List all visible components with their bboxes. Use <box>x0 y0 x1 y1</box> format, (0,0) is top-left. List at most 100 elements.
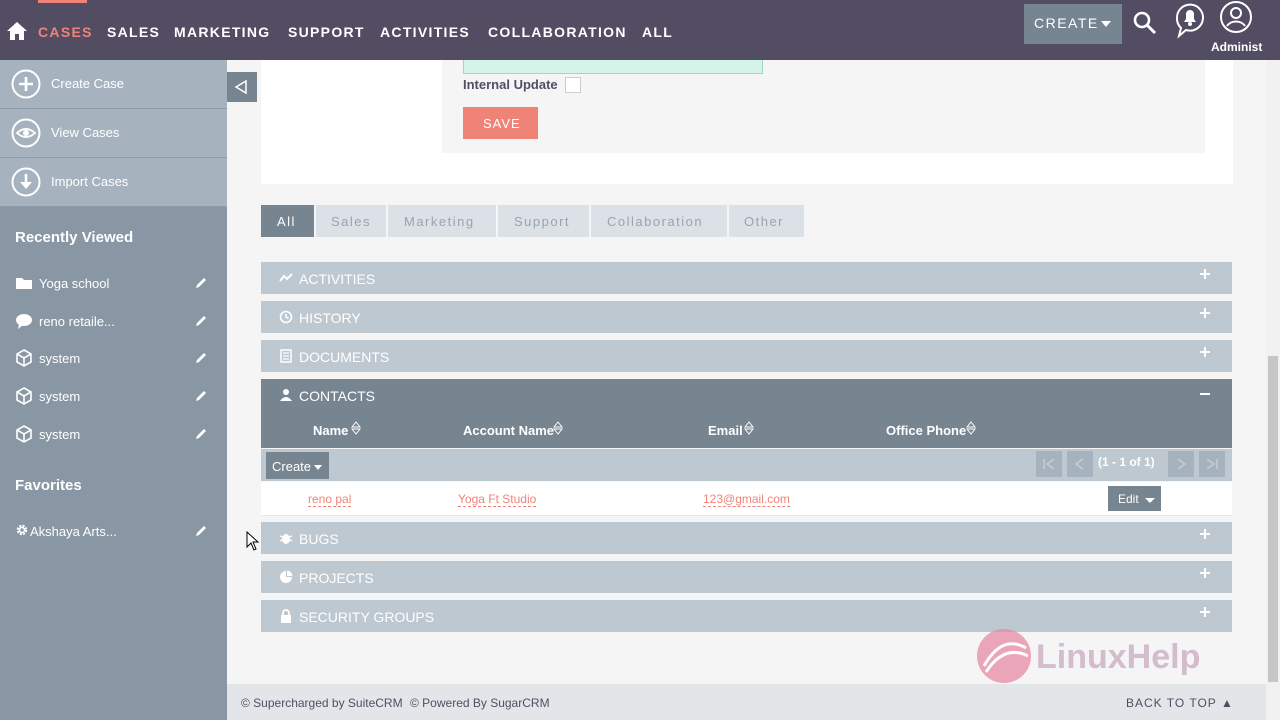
nav-sales[interactable]: SALES <box>107 24 160 40</box>
plus-icon[interactable] <box>1200 308 1210 318</box>
favorite-item-label: Akshaya Arts... <box>30 524 117 539</box>
nav-support[interactable]: SUPPORT <box>288 24 365 40</box>
caret-down-icon <box>1101 21 1111 27</box>
favorite-item[interactable]: Akshaya Arts... <box>0 516 227 546</box>
tab-other[interactable]: Other <box>729 205 804 237</box>
eye-circle-icon <box>11 118 41 148</box>
sidebar-action-create-case[interactable]: Create Case <box>0 60 227 109</box>
pagination-last-button[interactable] <box>1199 451 1225 477</box>
pagination-next-button[interactable] <box>1168 451 1194 477</box>
plus-icon[interactable] <box>1200 269 1210 279</box>
sort-icon[interactable] <box>966 421 976 435</box>
tab-collaboration[interactable]: Collaboration <box>591 205 727 237</box>
subpanel-bugs[interactable]: BUGS <box>261 522 1232 554</box>
row-edit-button[interactable]: Edit <box>1108 486 1161 511</box>
search-icon[interactable] <box>1133 11 1157 35</box>
column-header-office-phone[interactable]: Office Phone <box>886 423 966 438</box>
pagination-prev-button[interactable] <box>1067 451 1093 477</box>
tab-sales[interactable]: Sales <box>316 205 386 237</box>
tab-marketing[interactable]: Marketing <box>388 205 496 237</box>
sort-icon[interactable] <box>351 421 361 435</box>
recent-item[interactable]: system <box>0 419 227 449</box>
nav-marketing[interactable]: MARKETING <box>174 24 270 40</box>
recent-item[interactable]: reno retaile... <box>0 306 227 336</box>
user-avatar-icon[interactable] <box>1219 0 1253 34</box>
email-link[interactable]: 123@gmail.com <box>703 492 790 507</box>
pagination-range: (1 - 1 of 1) <box>1098 455 1155 469</box>
recent-item[interactable]: system <box>0 343 227 373</box>
user-menu-label[interactable]: Administ <box>1211 40 1262 54</box>
caret-down-icon <box>1145 498 1155 503</box>
subpanel-history[interactable]: HISTORY <box>261 301 1232 333</box>
favorites-heading: Favorites <box>15 477 82 494</box>
pencil-icon[interactable] <box>194 314 208 328</box>
plus-icon[interactable] <box>1200 347 1210 357</box>
chat-icon <box>16 314 32 329</box>
sidebar-action-import-cases[interactable]: Import Cases <box>0 158 227 207</box>
person-icon <box>280 389 292 401</box>
column-header-name[interactable]: Name <box>313 423 348 438</box>
tab-all[interactable]: All <box>261 205 314 237</box>
contact-name-link[interactable]: reno pal <box>308 492 352 507</box>
column-header-email[interactable]: Email <box>708 423 743 438</box>
pencil-icon[interactable] <box>194 389 208 403</box>
update-textarea[interactable] <box>463 60 763 74</box>
contacts-create-button[interactable]: Create <box>266 452 329 479</box>
download-circle-icon <box>11 167 41 197</box>
pencil-icon[interactable] <box>194 276 208 290</box>
footer-suitecrm[interactable]: © Supercharged by SuiteCRM <box>241 696 403 710</box>
recent-item-label: reno retaile... <box>39 314 115 329</box>
minus-icon[interactable] <box>1200 389 1210 399</box>
footer-sugarcrm[interactable]: © Powered By SugarCRM <box>410 696 550 710</box>
tab-support[interactable]: Support <box>498 205 589 237</box>
tab-label: Sales <box>331 214 372 229</box>
internal-update-checkbox[interactable] <box>565 77 581 93</box>
plus-icon[interactable] <box>1200 568 1210 578</box>
pencil-icon[interactable] <box>194 351 208 365</box>
home-icon[interactable] <box>6 20 28 42</box>
scrollbar-thumb[interactable] <box>1268 356 1278 682</box>
cube-icon <box>16 387 32 405</box>
subpanel-title: PROJECTS <box>299 570 374 586</box>
recent-item-label: system <box>39 427 81 442</box>
nav-all[interactable]: ALL <box>642 24 673 40</box>
save-button[interactable]: SAVE <box>463 107 538 139</box>
sidebar-action-label: View Cases <box>51 125 120 140</box>
pencil-icon[interactable] <box>194 524 208 538</box>
sort-icon[interactable] <box>744 421 754 435</box>
nav-collaboration[interactable]: COLLABORATION <box>488 24 627 40</box>
subpanel-contacts[interactable]: CONTACTS <box>261 379 1232 411</box>
triangle-up-icon: ▲ <box>1220 696 1234 710</box>
back-to-top-link[interactable]: BACK TO TOP ▲ <box>1126 696 1234 710</box>
nav-cases[interactable]: CASES <box>38 24 93 40</box>
bug-icon <box>279 534 293 544</box>
back-to-top-label: BACK TO TOP <box>1126 696 1217 710</box>
nav-activities[interactable]: ACTIVITIES <box>380 24 470 40</box>
active-tab-indicator <box>38 0 87 3</box>
subpanel-documents[interactable]: DOCUMENTS <box>261 340 1232 372</box>
linuxhelp-watermark: LinuxHelp <box>974 626 1234 688</box>
sidebar-action-view-cases[interactable]: View Cases <box>0 109 227 158</box>
subpanel-activities[interactable]: ACTIVITIES <box>261 262 1232 294</box>
plus-icon[interactable] <box>1200 529 1210 539</box>
cube-icon <box>16 349 32 367</box>
pencil-icon[interactable] <box>194 427 208 441</box>
recent-item[interactable]: system <box>0 381 227 411</box>
tab-label: Support <box>514 214 571 229</box>
sidebar-collapse-button[interactable] <box>227 72 257 102</box>
sidebar-action-label: Import Cases <box>51 174 129 189</box>
account-name-link[interactable]: Yoga Ft Studio <box>458 492 537 507</box>
top-navigation: CASES SALES MARKETING SUPPORT ACTIVITIES… <box>0 0 1280 60</box>
next-page-icon <box>1177 458 1187 470</box>
activity-icon <box>279 273 293 282</box>
tab-label: All <box>277 214 296 229</box>
plus-icon[interactable] <box>1200 607 1210 617</box>
pagination-first-button[interactable] <box>1036 451 1062 477</box>
triangle-left-icon <box>234 80 247 94</box>
sort-icon[interactable] <box>553 421 563 435</box>
subpanel-projects[interactable]: PROJECTS <box>261 561 1232 593</box>
recent-item[interactable]: Yoga school <box>0 268 227 298</box>
global-create-button[interactable]: CREATE <box>1024 4 1122 44</box>
bell-icon[interactable] <box>1173 1 1207 39</box>
column-header-account-name[interactable]: Account Name <box>463 423 554 438</box>
